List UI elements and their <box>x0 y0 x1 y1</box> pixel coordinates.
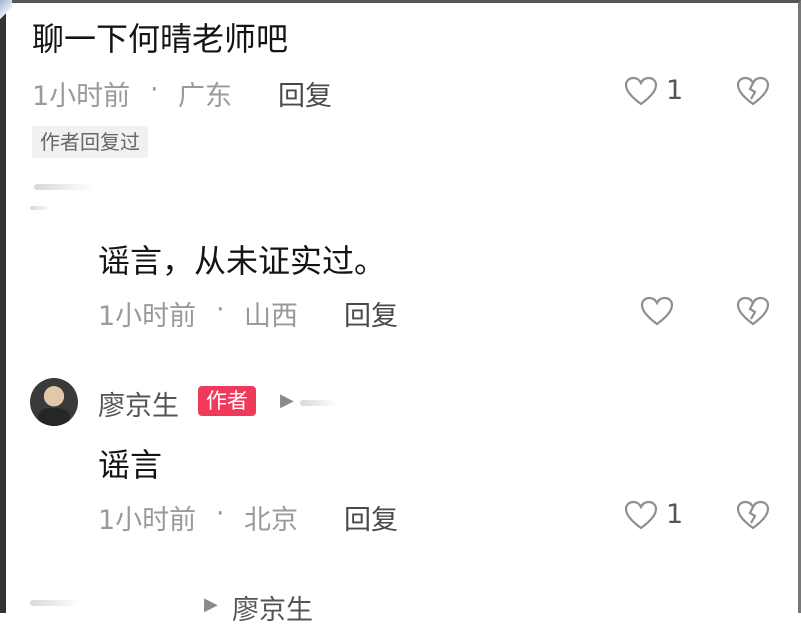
comment-meta-row: 1小时前 · 山西 回复 <box>98 294 778 333</box>
obscured-username <box>34 184 94 190</box>
comment-meta-row: 1小时前 · 广东 回复 1 <box>32 74 772 113</box>
author-name[interactable]: 廖京生 <box>232 588 313 627</box>
obscured-username <box>30 600 80 606</box>
like-button[interactable]: 1 <box>624 75 683 108</box>
comment-meta-row: 1小时前 · 北京 回复 1 <box>98 498 778 537</box>
comment-time: 1小时前 <box>98 505 197 536</box>
dislike-button[interactable] <box>736 500 770 530</box>
meta-separator: · <box>216 498 225 529</box>
comment-location: 广东 <box>178 81 232 112</box>
broken-heart-icon <box>736 76 770 106</box>
reply-button[interactable]: 回复 <box>278 74 332 113</box>
author-badge: 作者 <box>198 386 256 416</box>
reply-arrow-icon: ▶ <box>204 594 218 615</box>
like-button[interactable] <box>640 296 674 328</box>
comment-location: 北京 <box>244 505 298 536</box>
heart-icon <box>624 500 658 530</box>
dislike-button[interactable] <box>736 76 770 106</box>
corner-decoration <box>0 0 12 20</box>
comment-text: 聊一下何晴老师吧 <box>32 20 289 58</box>
obscured-username <box>300 400 336 406</box>
comment-text: 谣言，从未证实过。 <box>98 242 387 280</box>
comment-time: 1小时前 <box>98 301 197 332</box>
meta-separator: · <box>216 294 225 325</box>
like-count: 1 <box>666 75 684 106</box>
reply-button[interactable]: 回复 <box>344 498 398 537</box>
dislike-button[interactable] <box>736 296 770 326</box>
obscured-username <box>30 206 52 210</box>
comment-text: 谣言 <box>98 446 163 484</box>
comment-time: 1小时前 <box>32 81 131 112</box>
avatar[interactable] <box>30 378 78 426</box>
broken-heart-icon <box>736 500 770 530</box>
like-button[interactable]: 1 <box>624 499 683 532</box>
comment-location: 山西 <box>244 301 298 332</box>
broken-heart-icon <box>736 296 770 326</box>
heart-icon <box>624 76 658 106</box>
like-count: 1 <box>666 499 684 530</box>
reply-button[interactable]: 回复 <box>344 294 398 333</box>
reply-arrow-icon: ▶ <box>280 390 294 411</box>
author-replied-tag: 作者回复过 <box>32 126 148 158</box>
author-name[interactable]: 廖京生 <box>98 384 179 423</box>
heart-icon <box>640 296 674 326</box>
meta-separator: · <box>150 74 159 105</box>
